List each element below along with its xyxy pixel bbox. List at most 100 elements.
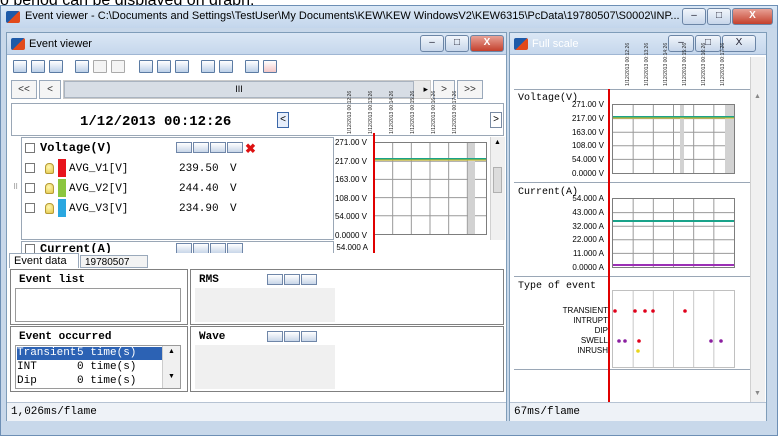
current-group-buttons (176, 243, 244, 253)
voltage-plot-svg (374, 143, 486, 234)
current-minimize-button[interactable] (193, 243, 209, 253)
event-row-dip[interactable]: Dip 0 time(s) (17, 375, 175, 388)
nav-prev-button[interactable]: < (39, 80, 61, 99)
toolbar-fit-icon[interactable] (139, 60, 153, 73)
event-occurred-list[interactable]: Transient 5 time(s) INT 0 time(s) Dip 0 tim… (15, 345, 181, 389)
fs-voltage-gap-band-1 (680, 105, 684, 173)
maximize-button[interactable]: □ (707, 8, 731, 25)
fs-voltage-axis-label: 0.0000 V (571, 169, 604, 178)
time-scrollbar[interactable]: III ▸ (63, 80, 431, 99)
toolbar-split-icon[interactable] (245, 60, 259, 73)
tick-label: 1/12/2013 00:14:26 (663, 42, 669, 86)
rms-minimize-button[interactable] (267, 274, 283, 285)
toolbar-delete-icon[interactable] (263, 60, 277, 73)
fs-current-plot (612, 198, 735, 268)
rms-maximize-button[interactable] (301, 274, 317, 285)
wave-maximize-button[interactable] (301, 331, 317, 342)
tab-date[interactable]: 19780507 (80, 255, 148, 268)
tab-event-data[interactable]: Event data (9, 253, 79, 268)
wave-restore-button[interactable] (284, 331, 300, 342)
fs-current-axis-label: 0.0000 A (572, 263, 604, 272)
toolbar-copy-icon[interactable] (157, 60, 171, 73)
toolbar-export-icon[interactable] (219, 60, 233, 73)
current-axis-top: 54.000 A (336, 243, 368, 252)
toolbar-zoom-in-icon[interactable] (93, 60, 107, 73)
voltage-vscroll[interactable]: ▲ (490, 137, 505, 240)
fs-voltage-axis-label: 271.00 V (571, 100, 604, 109)
v2-checkbox[interactable] (25, 183, 35, 193)
scroll-down-icon[interactable]: ▼ (754, 390, 761, 397)
fs-current-group: Current(A) 54.000 A 43.000 A 32.000 A 22.00… (514, 184, 750, 277)
vscroll-thumb[interactable] (493, 167, 502, 193)
wave-minimize-button[interactable] (267, 331, 283, 342)
event-occurred-panel: Event occurred Transient 5 time(s) INT 0 t… (10, 326, 188, 392)
scroll-up-icon[interactable]: ▲ (494, 139, 501, 146)
v3-unit: V (230, 203, 237, 215)
cursor-right-button[interactable]: > (490, 112, 502, 128)
ev-close-button[interactable]: X (470, 35, 504, 52)
fs-voltage-axis-label: 54.000 V (571, 155, 604, 165)
ev-minimize-button[interactable]: – (420, 35, 444, 52)
event-marker (613, 309, 617, 313)
voltage-remove-icon[interactable]: ✖ (244, 142, 256, 155)
v3-label: AVG_V3[V] (69, 203, 129, 215)
current-datetime: 1/12/2013 00:12:26 (80, 114, 232, 130)
voltage-group-checkbox[interactable] (25, 143, 35, 153)
time-cursor[interactable] (373, 133, 375, 253)
nav-first-button[interactable]: << (11, 80, 37, 99)
tick-label: 1/12/2013 00:14:26 (389, 90, 395, 134)
fs-close-button[interactable]: X (722, 35, 756, 52)
event-list-box[interactable] (15, 288, 181, 322)
voltage-minimize-button[interactable] (193, 142, 209, 153)
event-occurred-label: Event occurred (19, 331, 112, 343)
rms-label: RMS (199, 274, 219, 286)
scroll-up-icon[interactable]: ▲ (754, 93, 761, 100)
voltage-restore-button[interactable] (210, 142, 226, 153)
fs-maximize-button[interactable]: □ (695, 35, 721, 52)
full-scale-status: 67ms/flame (510, 402, 766, 421)
wave-buttons (267, 331, 318, 345)
voltage-maximize-button[interactable] (227, 142, 243, 153)
toolbar-grid-icon[interactable] (49, 60, 63, 73)
voltage-axis-label: 0.0000 V (334, 230, 367, 240)
scroll-right-arrow-icon[interactable]: ▸ (423, 84, 428, 95)
fs-vscroll[interactable]: ▲ ▼ (750, 57, 765, 402)
current-scale-button[interactable] (176, 243, 192, 253)
toolbar-print-icon[interactable] (201, 60, 215, 73)
rms-restore-button[interactable] (284, 274, 300, 285)
event-row-transient[interactable]: Transient 5 time(s) (17, 347, 175, 360)
v1-color-swatch (58, 159, 66, 177)
fs-event-svg (613, 291, 723, 367)
event-type-label: INTRUPT (573, 316, 608, 325)
fs-time-cursor[interactable] (608, 89, 610, 402)
voltage-axis-label: 54.000 V (334, 212, 367, 221)
current-group-checkbox[interactable] (25, 244, 35, 253)
current-restore-button[interactable] (210, 243, 226, 253)
close-button[interactable]: X (732, 8, 773, 25)
drag-handle-icon[interactable]: ⠿ (13, 183, 18, 191)
app-logo-icon (6, 11, 20, 23)
scroll-down-icon[interactable]: ▼ (163, 373, 180, 380)
event-marker (683, 309, 687, 313)
toolbar-list-icon[interactable] (31, 60, 45, 73)
toolbar-zoom-out-icon[interactable] (111, 60, 125, 73)
current-group: Current(A) 54.000 A (11, 241, 504, 253)
event-list-scrollbar[interactable]: ▲ ▼ (162, 346, 180, 388)
cursor-left-button[interactable]: < (277, 112, 289, 128)
time-scroll-thumb[interactable]: III (64, 81, 414, 98)
scroll-up-icon[interactable]: ▲ (163, 348, 180, 355)
nav-last-button[interactable]: >> (457, 80, 483, 99)
minimize-button[interactable]: – (682, 8, 706, 25)
toolbar-table-icon[interactable] (13, 60, 27, 73)
current-maximize-button[interactable] (227, 243, 243, 253)
v1-checkbox[interactable] (25, 163, 35, 173)
toolbar-monitor-icon[interactable] (75, 60, 89, 73)
voltage-scale-button[interactable] (176, 142, 192, 153)
title-bar: Event viewer - C:\Documents and Settings… (1, 6, 777, 28)
event-row-int[interactable]: INT 0 time(s) (17, 361, 175, 374)
toolbar-paste-icon[interactable] (175, 60, 189, 73)
v3-checkbox[interactable] (25, 203, 35, 213)
event-viewer-status-text: 1,026ms/flame (11, 406, 97, 418)
ev-maximize-button[interactable]: □ (445, 35, 469, 52)
fs-minimize-button[interactable]: – (668, 35, 694, 52)
